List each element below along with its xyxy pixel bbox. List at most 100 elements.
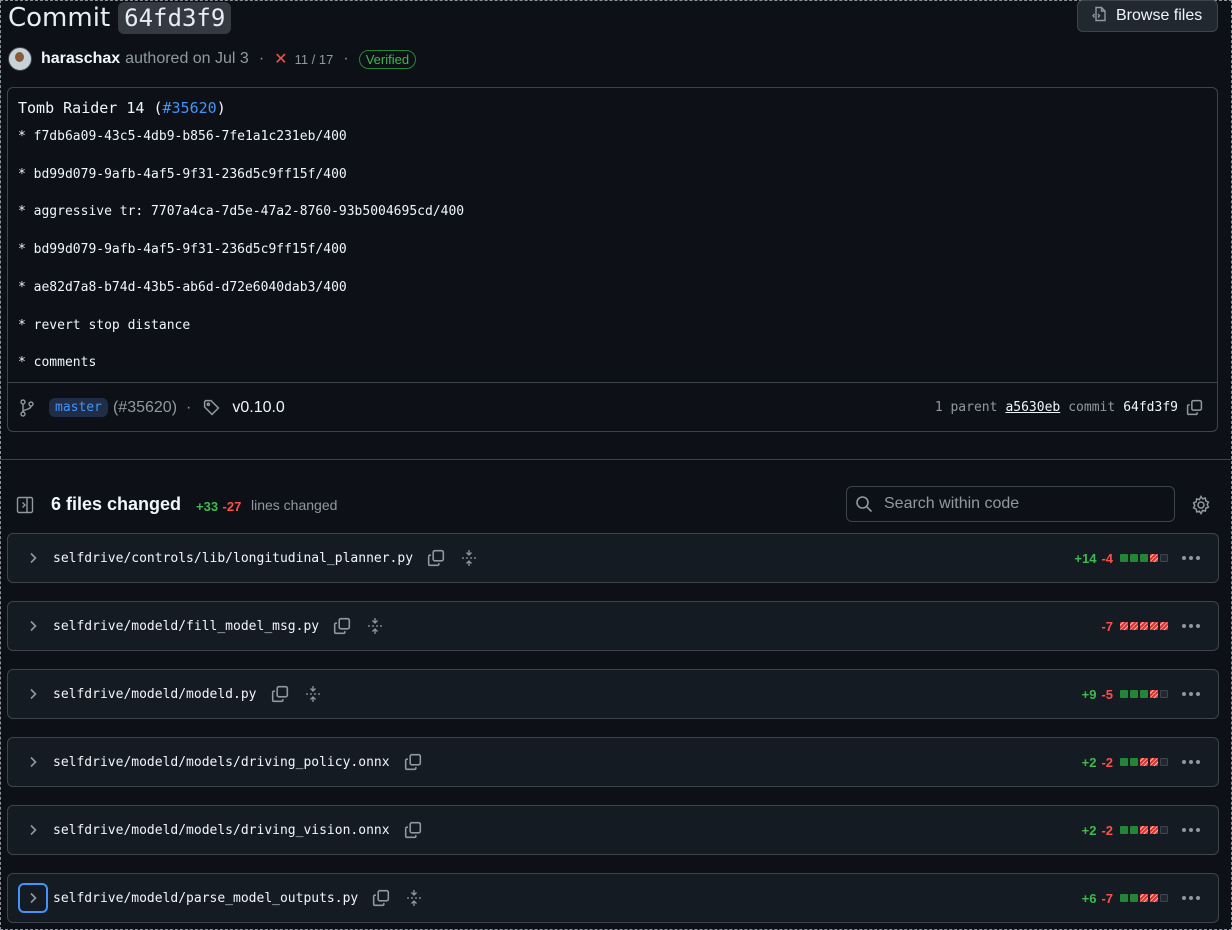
- kebab-menu-icon[interactable]: [1182, 556, 1200, 560]
- pr-reference[interactable]: (#35620): [113, 399, 177, 417]
- files-changed-count: 6 files changed: [51, 494, 182, 514]
- chevron-right-icon[interactable]: [18, 611, 48, 641]
- chevron-right-icon[interactable]: [18, 543, 48, 573]
- failed-checks-icon[interactable]: ✕: [274, 49, 287, 69]
- search-input[interactable]: [882, 494, 1166, 514]
- file-path-link[interactable]: selfdrive/controls/lib/longitudinal_plan…: [53, 551, 413, 566]
- pr-link[interactable]: #35620: [163, 99, 217, 117]
- author-link[interactable]: haraschax: [41, 50, 120, 68]
- diff-bar: [1120, 826, 1168, 834]
- diff-bar: [1120, 554, 1168, 562]
- file-row: selfdrive/modeld/models/driving_vision.o…: [7, 805, 1219, 855]
- message-line: * comments: [18, 355, 97, 370]
- copy-icon[interactable]: [271, 685, 289, 703]
- expand-all-icon[interactable]: [305, 685, 321, 703]
- copy-icon[interactable]: [427, 549, 445, 567]
- separator-dot: ·: [343, 50, 349, 67]
- diff-bar-block: [1160, 622, 1168, 630]
- tag-link[interactable]: v0.10.0: [232, 399, 284, 417]
- browse-files-button[interactable]: Browse files: [1077, 0, 1218, 32]
- diff-bar-block: [1140, 894, 1148, 902]
- avatar[interactable]: [8, 47, 32, 71]
- page-title: Commit 64fd3f9: [8, 0, 232, 36]
- kebab-menu-icon[interactable]: [1182, 760, 1200, 764]
- diff-bar-block: [1150, 554, 1158, 562]
- diff-bar-block: [1120, 622, 1128, 630]
- message-title-text: Tomb Raider 14 (: [18, 99, 163, 117]
- diff-bar-block: [1130, 554, 1138, 562]
- diff-bar-block: [1140, 826, 1148, 834]
- kebab-menu-icon[interactable]: [1182, 828, 1200, 832]
- copy-icon[interactable]: [333, 617, 351, 635]
- chevron-right-icon[interactable]: [18, 815, 48, 845]
- diff-bar-block: [1150, 622, 1158, 630]
- file-additions: +9: [1081, 686, 1097, 702]
- file-path-link[interactable]: selfdrive/modeld/parse_model_outputs.py: [53, 891, 358, 906]
- checks-count[interactable]: 11 / 17: [295, 52, 334, 67]
- kebab-menu-icon[interactable]: [1182, 624, 1200, 628]
- file-tree-toggle-icon[interactable]: [16, 496, 34, 519]
- diff-bar-block: [1130, 894, 1138, 902]
- message-title-close: ): [216, 99, 226, 117]
- copy-icon[interactable]: [1186, 399, 1203, 416]
- expand-all-icon[interactable]: [406, 889, 422, 907]
- diff-bar-block: [1130, 826, 1138, 834]
- file-deletions: -2: [1101, 822, 1113, 838]
- copy-icon[interactable]: [372, 889, 390, 907]
- message-line: * revert stop distance: [18, 318, 191, 333]
- gear-icon[interactable]: [1191, 495, 1211, 520]
- copy-icon[interactable]: [404, 753, 422, 771]
- file-path-link[interactable]: selfdrive/modeld/fill_model_msg.py: [53, 619, 319, 634]
- browse-files-label: Browse files: [1116, 7, 1203, 24]
- diff-bar-block: [1150, 690, 1158, 698]
- parent-commit-info: 1 parent a5630eb commit 64fd3f9: [935, 383, 1203, 432]
- diff-bar-block: [1120, 894, 1128, 902]
- diff-bar-block: [1150, 758, 1158, 766]
- diff-bar: [1120, 622, 1168, 630]
- file-deletions: -7: [1101, 890, 1113, 906]
- diff-bar-block: [1140, 554, 1148, 562]
- copy-icon[interactable]: [404, 821, 422, 839]
- file-additions: +2: [1081, 822, 1097, 838]
- file-diff-stats: +9 -5: [1082, 670, 1168, 718]
- chevron-right-icon[interactable]: [18, 747, 48, 777]
- file-additions: +6: [1081, 890, 1097, 906]
- diff-bar-block: [1160, 690, 1168, 698]
- diff-bar-block: [1160, 894, 1168, 902]
- file-path-link[interactable]: selfdrive/modeld/models/driving_policy.o…: [53, 755, 390, 770]
- file-code-icon: [1092, 6, 1108, 27]
- diff-bar: [1120, 894, 1168, 902]
- chevron-right-icon[interactable]: [18, 679, 48, 709]
- commit-meta: haraschax authored on Jul 3 · ✕ 11 / 17 …: [8, 46, 417, 72]
- separator-dot: ·: [186, 398, 192, 416]
- diff-bar-block: [1160, 758, 1168, 766]
- expand-all-icon[interactable]: [461, 549, 477, 567]
- file-diff-stats: +6 -7: [1082, 874, 1168, 922]
- chevron-right-icon[interactable]: [18, 883, 48, 913]
- file-deletions: -5: [1101, 686, 1113, 702]
- diff-bar-block: [1140, 758, 1148, 766]
- separator-dot: ·: [258, 50, 265, 67]
- branch-link[interactable]: master: [49, 398, 108, 417]
- message-line: * f7db6a09-43c5-4db9-b856-7fe1a1c231eb/4…: [18, 129, 347, 144]
- commit-sha-badge: 64fd3f9: [118, 2, 232, 34]
- expand-all-icon[interactable]: [367, 617, 383, 635]
- diff-bar-block: [1150, 894, 1158, 902]
- message-line: * bd99d079-9afb-4af5-9f31-236d5c9ff15f/4…: [18, 167, 347, 182]
- commit-message-title: Tomb Raider 14 (#35620): [18, 99, 226, 117]
- file-deletions: -7: [1101, 618, 1113, 634]
- code-search-box[interactable]: [846, 486, 1175, 522]
- kebab-menu-icon[interactable]: [1182, 692, 1200, 696]
- file-deletions: -2: [1101, 754, 1113, 770]
- diff-bar-block: [1130, 622, 1138, 630]
- diff-bar-block: [1160, 554, 1168, 562]
- diff-bar-block: [1130, 758, 1138, 766]
- kebab-menu-icon[interactable]: [1182, 896, 1200, 900]
- commit-sha: 64fd3f9: [1123, 400, 1178, 415]
- file-path-link[interactable]: selfdrive/modeld/models/driving_vision.o…: [53, 823, 390, 838]
- file-path-link[interactable]: selfdrive/modeld/modeld.py: [53, 687, 257, 702]
- title-prefix: Commit: [8, 3, 111, 33]
- git-branch-icon: [19, 399, 35, 422]
- verified-badge[interactable]: Verified: [358, 49, 417, 69]
- parent-sha-link[interactable]: a5630eb: [1005, 400, 1060, 415]
